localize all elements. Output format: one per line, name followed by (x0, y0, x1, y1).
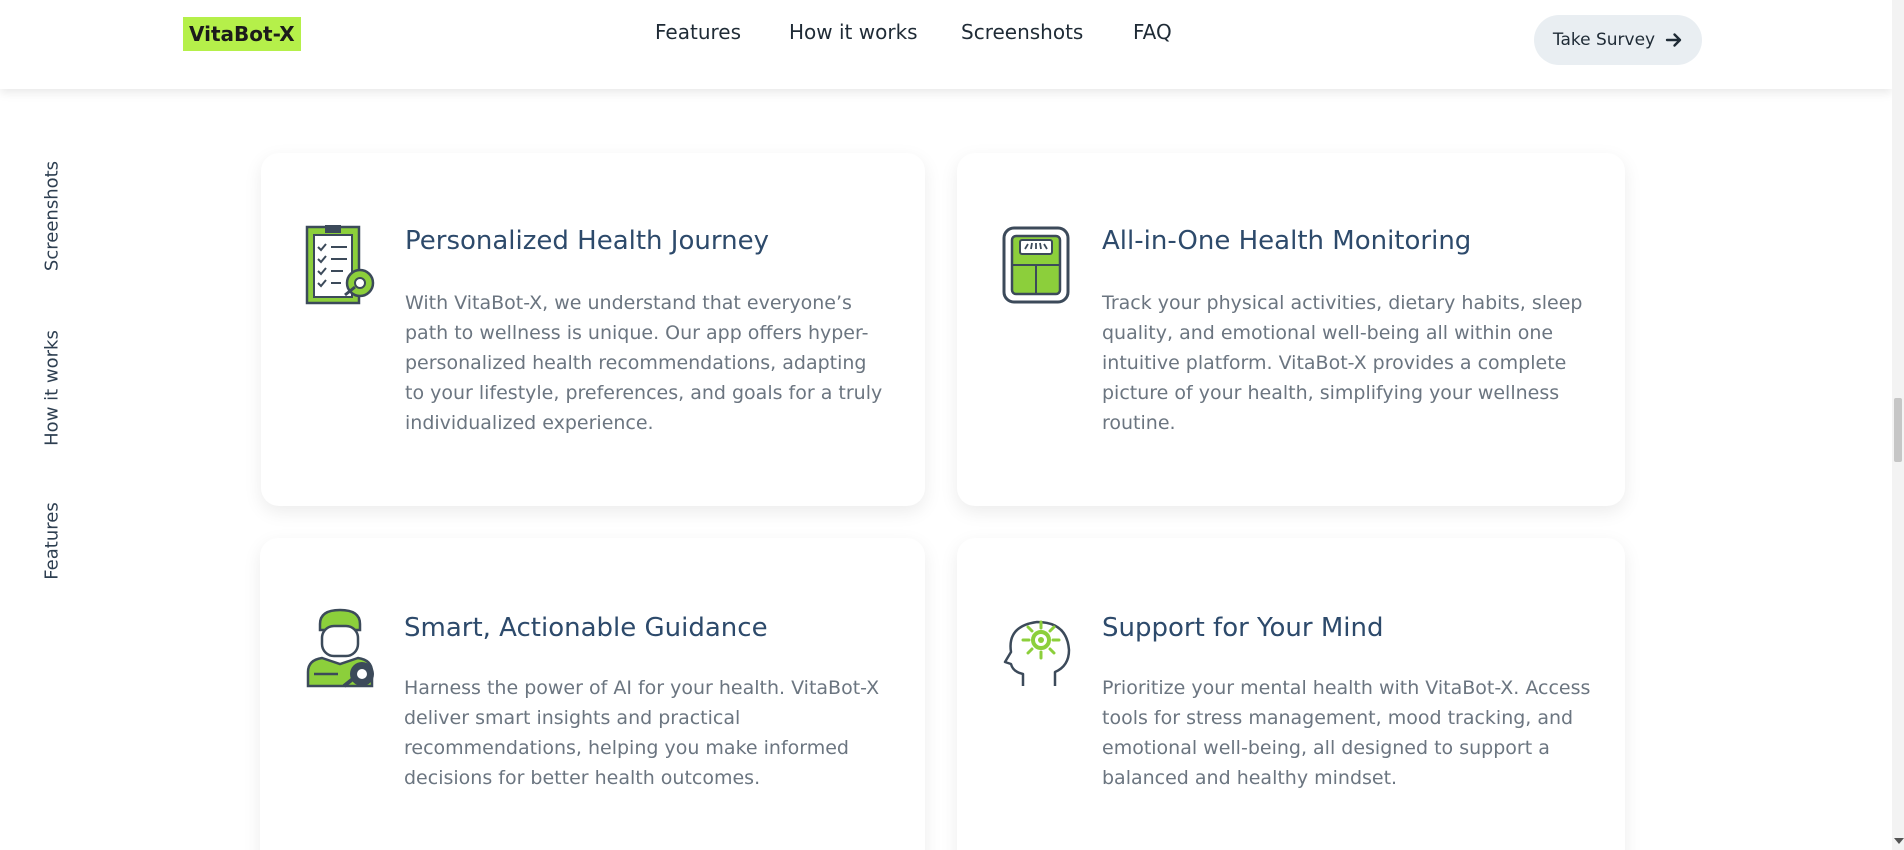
logo[interactable]: VitaBot-X (183, 17, 301, 51)
arrow-right-icon (1665, 33, 1682, 47)
card-description: Track your physical activities, dietary … (1102, 292, 1583, 434)
feature-card-personalized: Personalized Health Journey With VitaBot… (261, 153, 925, 506)
checklist-clipboard-icon (305, 225, 375, 305)
nav-features[interactable]: Features (655, 20, 741, 44)
nav-screenshots[interactable]: Screenshots (961, 20, 1083, 44)
take-survey-label: Take Survey (1552, 30, 1656, 50)
side-nav-features[interactable]: Features (42, 502, 63, 579)
side-nav-screenshots[interactable]: Screenshots (42, 161, 63, 271)
feature-card-monitoring: All-in-One Health Monitoring Track your … (957, 153, 1625, 506)
weighing-scale-icon (1002, 226, 1070, 304)
side-nav-how-it-works[interactable]: How it works (42, 330, 63, 446)
feature-card-mind: Support for Your Mind Prioritize your me… (957, 538, 1625, 850)
nav-how-it-works[interactable]: How it works (789, 20, 918, 44)
card-title: All-in-One Health Monitoring (1102, 226, 1472, 256)
feature-card-guidance: Smart, Actionable Guidance Harness the p… (260, 538, 925, 850)
scrollbar-thumb[interactable] (1894, 398, 1902, 462)
card-title: Support for Your Mind (1102, 613, 1384, 643)
card-description: Prioritize your mental health with VitaB… (1102, 677, 1591, 789)
scroll-down-arrow-icon[interactable] (1894, 838, 1904, 844)
page: VitaBot-X Features How it works Screensh… (0, 0, 1904, 850)
card-description: Harness the power of AI for your health.… (404, 677, 880, 789)
take-survey-button[interactable]: Take Survey (1534, 15, 1702, 65)
person-guidance-icon (306, 608, 374, 688)
card-title: Personalized Health Journey (405, 226, 769, 256)
mind-head-icon (1003, 620, 1071, 686)
page-scrollbar[interactable] (1892, 0, 1904, 850)
card-title: Smart, Actionable Guidance (404, 613, 768, 643)
card-description: With VitaBot-X, we understand that every… (405, 292, 883, 434)
site-header: VitaBot-X Features How it works Screensh… (0, 0, 1892, 89)
nav-faq[interactable]: FAQ (1133, 20, 1172, 44)
